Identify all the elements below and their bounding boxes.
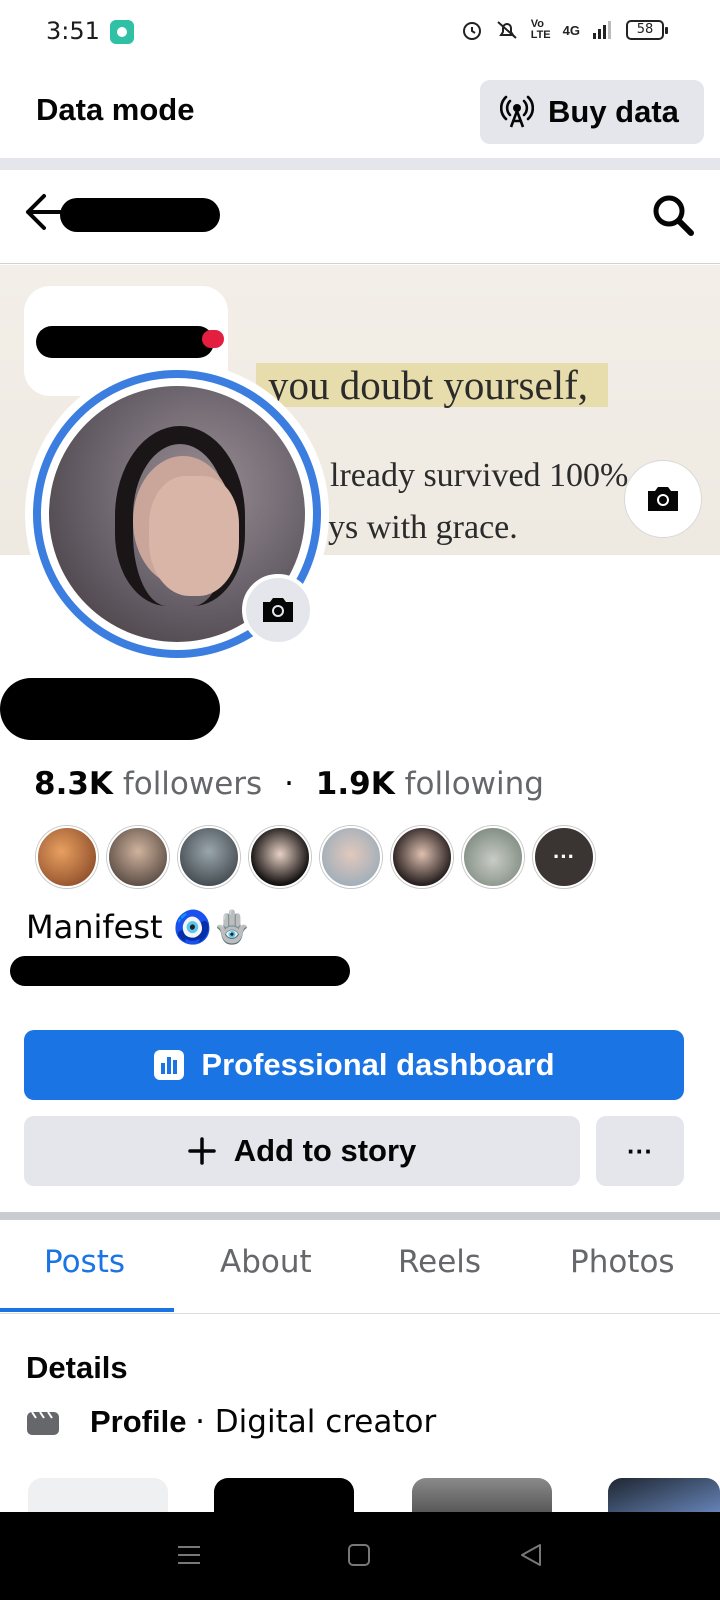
cover-text-line-3: ys with grace.	[328, 509, 518, 546]
tab-about[interactable]: About	[220, 1244, 312, 1280]
friends-row: ···	[36, 826, 595, 888]
redacted-profile-name	[0, 678, 220, 740]
friend-avatar[interactable]	[320, 826, 382, 888]
camera-icon	[263, 598, 293, 622]
buy-data-button[interactable]: Buy data	[480, 80, 704, 144]
bio-emoji: 🧿🪬	[172, 908, 253, 946]
tab-posts[interactable]: Posts	[44, 1244, 125, 1280]
buy-data-label: Buy data	[548, 94, 679, 129]
data-mode-title: Data mode	[36, 92, 195, 127]
profile-type-sub: · Digital creator	[195, 1404, 437, 1440]
bio: Manifest 🧿🪬	[26, 908, 252, 946]
more-options-label: ···	[627, 1135, 653, 1166]
more-friends-button[interactable]: ···	[533, 826, 595, 888]
add-to-story-label: Add to story	[233, 1133, 417, 1168]
home-icon[interactable]	[346, 1542, 372, 1568]
friend-avatar[interactable]	[391, 826, 453, 888]
redacted-note	[36, 326, 214, 358]
edit-avatar-button[interactable]	[242, 574, 314, 646]
divider	[0, 158, 720, 170]
more-options-button[interactable]: ···	[596, 1116, 684, 1186]
friend-avatar[interactable]	[107, 826, 169, 888]
divider	[0, 1212, 720, 1220]
camera-icon	[648, 487, 678, 511]
status-bar: 3:51 Vo LTE 4G 58	[0, 0, 720, 66]
battery-icon: 58	[626, 20, 668, 40]
friend-avatar[interactable]	[178, 826, 240, 888]
tab-photos[interactable]: Photos	[570, 1244, 675, 1280]
profile-top-nav	[0, 170, 720, 264]
profile-type-row: Profile · Digital creator	[26, 1404, 436, 1440]
broadcast-tower-icon	[500, 95, 534, 128]
more-friends-label: ···	[553, 844, 575, 869]
professional-dashboard-button[interactable]: Professional dashboard	[24, 1030, 684, 1100]
profile-type-label: Profile	[90, 1404, 187, 1439]
back-icon[interactable]	[518, 1542, 544, 1568]
profile-tabs: Posts About Reels Photos	[0, 1224, 720, 1314]
search-icon[interactable]	[650, 192, 696, 238]
followers-count[interactable]: 8.3K	[34, 766, 113, 802]
followers-label[interactable]: followers	[123, 766, 262, 802]
details-heading: Details	[26, 1350, 128, 1385]
tab-reels[interactable]: Reels	[398, 1244, 481, 1280]
friend-avatar[interactable]	[249, 826, 311, 888]
plus-icon	[187, 1137, 216, 1165]
heart-icon	[202, 330, 224, 348]
status-icons: Vo LTE 4G 58	[461, 18, 668, 41]
redacted-bio-line	[10, 956, 350, 986]
active-tab-indicator	[0, 1308, 174, 1312]
following-count[interactable]: 1.9K	[316, 766, 395, 802]
system-nav-bar	[0, 1512, 720, 1600]
back-arrow-icon[interactable]	[22, 192, 62, 232]
menu-icon[interactable]	[176, 1542, 202, 1568]
mute-icon	[497, 21, 517, 39]
cover-text-line-2: lready survived 100%	[330, 457, 629, 494]
signal-icon	[593, 21, 611, 39]
follow-stats: 8.3K followers · 1.9K following	[34, 766, 544, 802]
edit-cover-button[interactable]	[624, 460, 702, 538]
add-to-story-button[interactable]: Add to story	[24, 1116, 580, 1186]
app-notification-icon	[110, 20, 134, 44]
stats-separator: ·	[284, 766, 294, 802]
volte-icon: Vo LTE	[530, 18, 551, 41]
status-time: 3:51	[46, 17, 100, 45]
clapperboard-icon	[27, 1411, 59, 1435]
bio-text: Manifest	[26, 908, 163, 946]
following-label[interactable]: following	[405, 766, 544, 802]
dashboard-icon	[154, 1050, 185, 1080]
redacted-name	[60, 198, 220, 232]
professional-dashboard-label: Professional dashboard	[201, 1047, 555, 1082]
friend-avatar[interactable]	[462, 826, 524, 888]
network-label: 4G	[562, 22, 580, 38]
friend-avatar[interactable]	[36, 826, 98, 888]
alarm-icon	[462, 22, 481, 40]
data-mode-bar: Data mode Buy data	[0, 66, 720, 158]
cover-text-line-1: you doubt yourself,	[268, 362, 588, 408]
